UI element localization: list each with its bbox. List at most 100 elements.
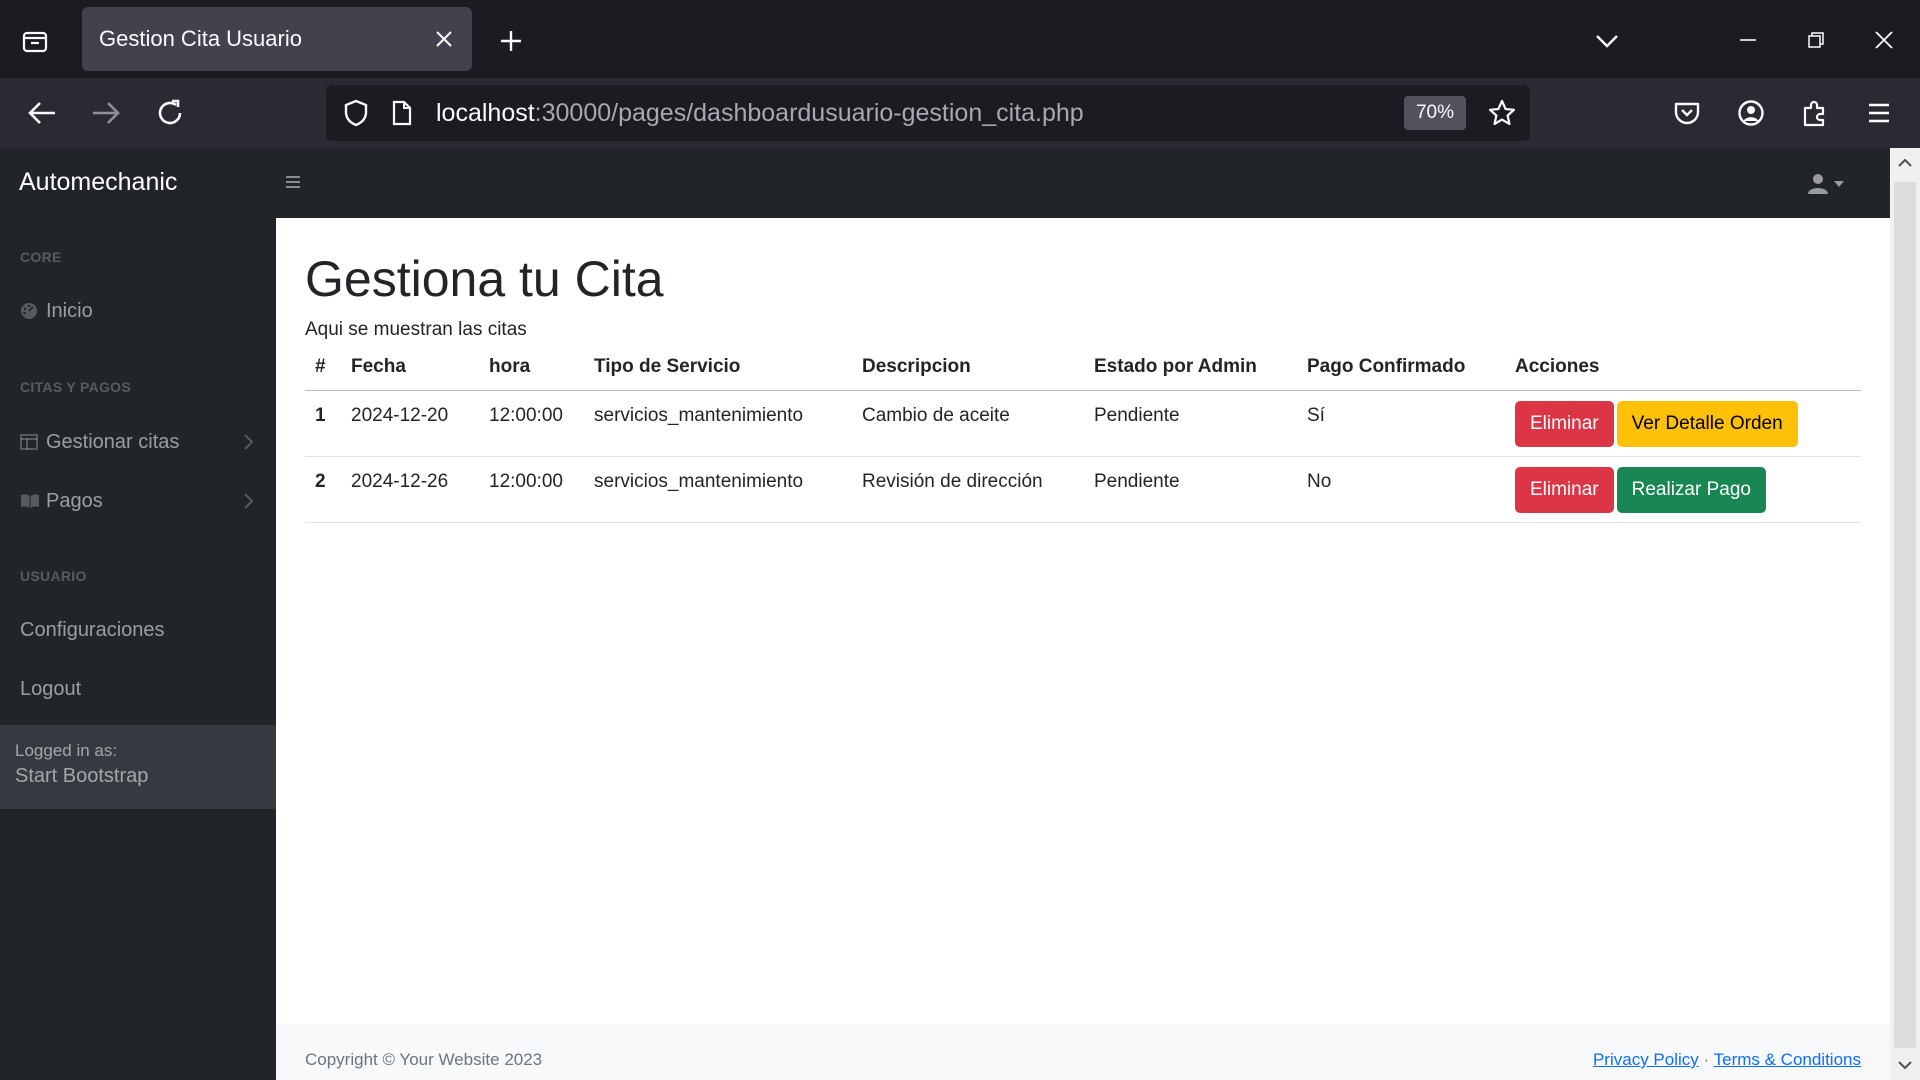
tab-active[interactable]: Gestion Cita Usuario — [82, 7, 472, 71]
vertical-scrollbar[interactable] — [1890, 148, 1920, 1080]
list-tabs-chevron-icon[interactable] — [1586, 20, 1628, 62]
tab-list-icon[interactable] — [14, 20, 56, 62]
page-subtitle: Aqui se muestran las citas — [305, 319, 527, 340]
column-header: Tipo de Servicio — [584, 344, 852, 391]
column-header: Fecha — [341, 344, 479, 391]
column-header: Pago Confirmado — [1297, 344, 1505, 391]
new-tab-icon[interactable] — [490, 20, 532, 62]
dashboard-gauge-icon — [20, 302, 46, 320]
sidebar: Core Inicio Citas y Pagos Gestionar cita… — [0, 218, 276, 1080]
sidebar-item-label: Pagos — [46, 489, 103, 512]
sidebar-item-label: Configuraciones — [20, 618, 165, 641]
cell-pago: No — [1297, 456, 1505, 523]
scrollbar-thumb[interactable] — [1894, 182, 1916, 1048]
cell-tipo: servicios_mantenimiento — [584, 456, 852, 523]
brand-link[interactable]: Automechanic — [19, 168, 177, 197]
user-icon — [1808, 174, 1828, 194]
sidebar-item-pagos[interactable]: Pagos — [0, 477, 276, 525]
chevron-right-icon — [240, 492, 256, 510]
chevron-right-icon — [240, 433, 256, 451]
shield-icon[interactable] — [340, 97, 372, 129]
footer-separator: · — [1703, 1050, 1710, 1069]
sidebar-item-label: Inicio — [46, 299, 93, 322]
cell-actions: Eliminar Realizar Pago — [1505, 456, 1861, 523]
page-title: Gestiona tu Cita — [305, 251, 664, 307]
sidebar-item-label: Logout — [20, 677, 82, 700]
columns-icon — [20, 434, 46, 450]
scroll-down-icon[interactable] — [1890, 1050, 1920, 1080]
app-menu-icon[interactable] — [1856, 90, 1902, 136]
cell-actions: Eliminar Ver Detalle Orden — [1505, 390, 1861, 457]
minimize-icon[interactable] — [1726, 18, 1770, 62]
reload-icon[interactable] — [147, 90, 193, 136]
sidebar-heading-core: Core — [20, 249, 62, 265]
back-arrow-icon[interactable] — [19, 90, 65, 136]
browser-tabbar: Gestion Cita Usuario — [0, 0, 1920, 78]
tab-title: Gestion Cita Usuario — [99, 26, 302, 51]
column-header: hora — [479, 344, 584, 391]
cell-estado: Pendiente — [1084, 456, 1297, 523]
column-header: Descripcion — [852, 344, 1084, 391]
column-header: Acciones — [1505, 344, 1861, 391]
cell-fecha: 2024-12-26 — [341, 456, 479, 523]
url-bar[interactable]: localhost:30000/pages/dashboardusuario-g… — [326, 85, 1530, 141]
view-order-detail-button[interactable]: Ver Detalle Orden — [1616, 400, 1798, 447]
sidebar-item-gestionar-citas[interactable]: Gestionar citas — [0, 418, 276, 466]
cell-pago: Sí — [1297, 390, 1505, 457]
table-header-row: # Fecha hora Tipo de Servicio Descripcio… — [305, 344, 1861, 391]
delete-button[interactable]: Eliminar — [1515, 466, 1614, 513]
forward-arrow-icon[interactable] — [83, 90, 129, 136]
cell-descripcion: Revisión de dirección — [852, 456, 1084, 523]
url-path: :30000/pages/dashboardusuario-gestion_ci… — [534, 99, 1084, 127]
privacy-policy-link[interactable]: Privacy Policy — [1593, 1050, 1699, 1069]
account-icon[interactable] — [1728, 90, 1774, 136]
main-content: Gestiona tu Cita Aqui se muestran las ci… — [276, 218, 1890, 1080]
caret-down-icon — [1834, 181, 1844, 187]
cell-hora: 12:00:00 — [479, 390, 584, 457]
scroll-up-icon[interactable] — [1890, 148, 1920, 178]
browser-navbar: localhost:30000/pages/dashboardusuario-g… — [0, 78, 1920, 148]
logged-in-user: Start Bootstrap — [15, 765, 149, 787]
cell-number: 1 — [305, 390, 341, 457]
terms-link[interactable]: Terms & Conditions — [1714, 1050, 1861, 1069]
cell-hora: 12:00:00 — [479, 456, 584, 523]
url-text[interactable]: localhost:30000/pages/dashboardusuario-g… — [436, 97, 1084, 129]
sidebar-toggle-icon[interactable] — [282, 170, 304, 194]
footer-links: Privacy Policy · Terms & Conditions — [1593, 1050, 1861, 1070]
copyright-text: Copyright © Your Website 2023 — [305, 1050, 543, 1069]
column-header: # — [305, 344, 341, 391]
close-tab-icon[interactable] — [428, 23, 460, 55]
sidebar-item-configuraciones[interactable]: Configuraciones — [0, 606, 276, 654]
delete-button[interactable]: Eliminar — [1515, 400, 1614, 447]
user-dropdown[interactable] — [1808, 170, 1856, 198]
url-host: localhost — [436, 99, 535, 127]
bookmark-star-icon[interactable] — [1484, 95, 1520, 131]
extensions-icon[interactable] — [1792, 90, 1838, 136]
cell-fecha: 2024-12-20 — [341, 390, 479, 457]
table-row: 2 2024-12-26 12:00:00 servicios_mantenim… — [305, 456, 1861, 523]
cell-number: 2 — [305, 456, 341, 523]
sidebar-item-label: Gestionar citas — [46, 430, 180, 453]
cell-tipo: servicios_mantenimiento — [584, 390, 852, 457]
sidebar-footer: Logged in as: Start Bootstrap — [0, 725, 276, 809]
top-navbar: Automechanic — [0, 148, 1890, 218]
close-window-icon[interactable] — [1862, 18, 1906, 62]
sidebar-heading-citas: Citas y Pagos — [20, 379, 131, 395]
table-row: 1 2024-12-20 12:00:00 servicios_mantenim… — [305, 390, 1861, 457]
logged-in-label: Logged in as: — [15, 741, 118, 760]
page-info-icon[interactable] — [386, 97, 418, 129]
column-header: Estado por Admin — [1084, 344, 1297, 391]
zoom-level-badge[interactable]: 70% — [1404, 96, 1466, 130]
sidebar-item-logout[interactable]: Logout — [0, 665, 276, 713]
cell-estado: Pendiente — [1084, 390, 1297, 457]
sidebar-item-inicio[interactable]: Inicio — [0, 287, 276, 335]
appointments-table: # Fecha hora Tipo de Servicio Descripcio… — [305, 344, 1861, 523]
restore-icon[interactable] — [1794, 18, 1838, 62]
web-page: Automechanic Core Inicio Citas y Pagos G… — [0, 148, 1890, 1080]
make-payment-button[interactable]: Realizar Pago — [1616, 466, 1766, 513]
book-open-icon — [20, 493, 46, 509]
cell-descripcion: Cambio de aceite — [852, 390, 1084, 457]
sidebar-heading-usuario: Usuario — [20, 568, 87, 584]
pocket-icon[interactable] — [1664, 90, 1710, 136]
page-footer: Copyright © Your Website 2023 Privacy Po… — [276, 1024, 1890, 1080]
